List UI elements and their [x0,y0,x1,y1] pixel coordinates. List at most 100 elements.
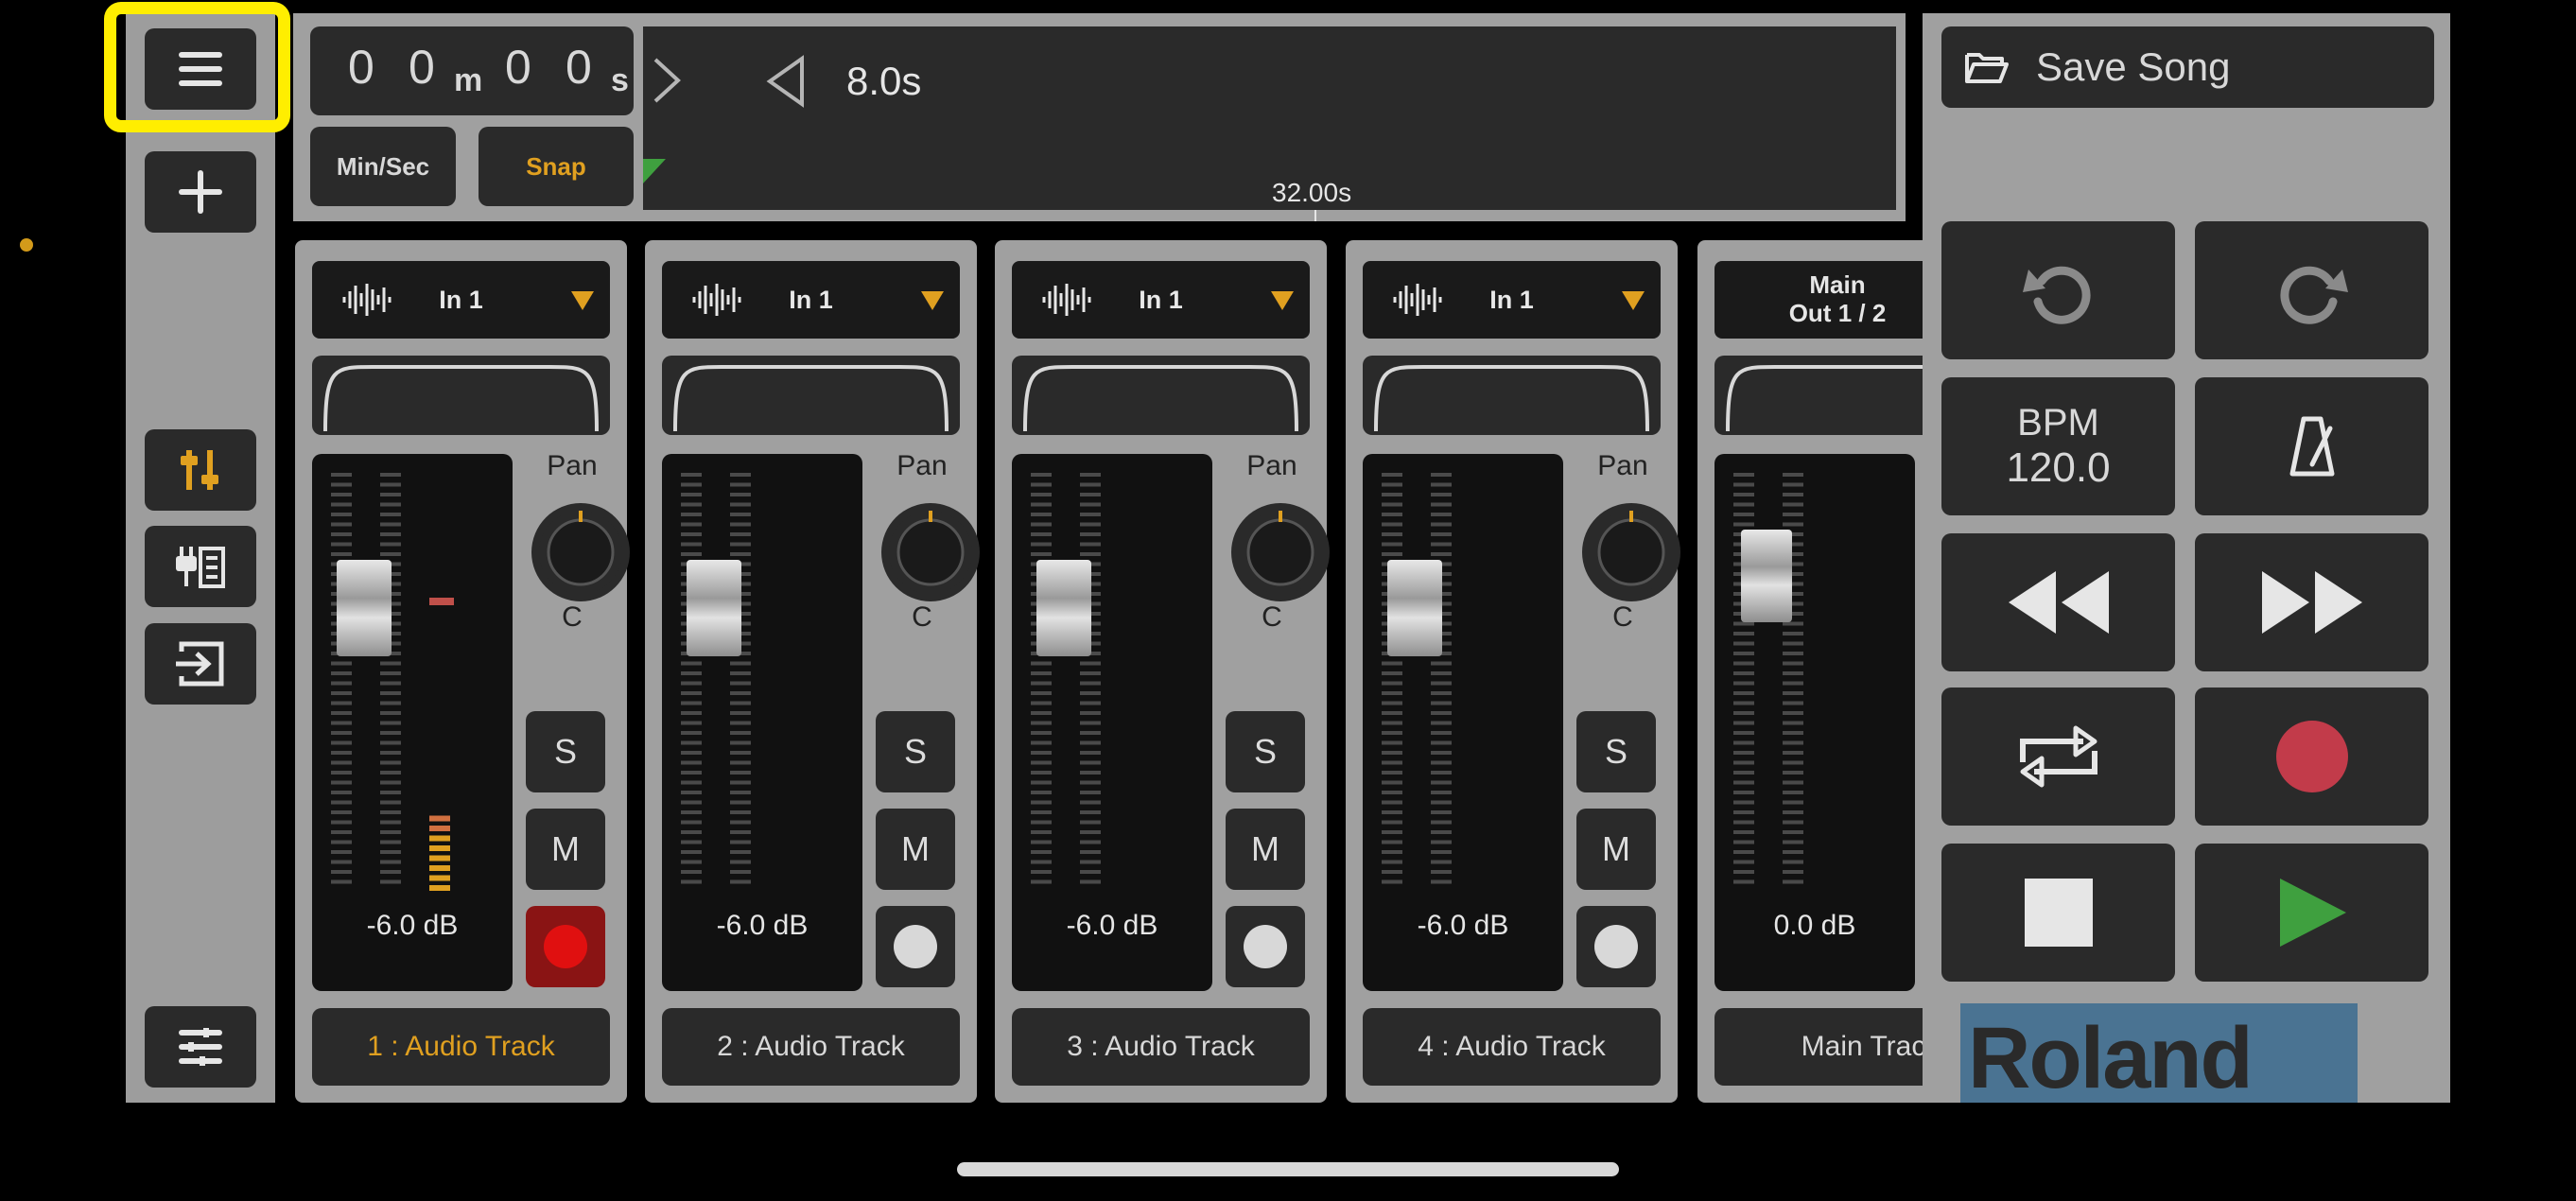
metronome-button[interactable] [2195,377,2428,515]
pan-knob[interactable] [531,503,630,601]
track-name-button[interactable]: 1 : Audio Track [312,1008,610,1086]
meter-tick [1783,840,1803,844]
save-song-button[interactable]: Save Song [1941,26,2434,108]
meter-tick [1733,701,1754,705]
meter-tick [1783,731,1803,735]
meter-tick [1783,771,1803,775]
meter-tick [1733,879,1754,884]
meter-tick [331,860,352,864]
meter-tick [1733,810,1754,814]
main-strip: Main Out 1 / 2 0.0 dB Main Trac [1697,240,1923,1103]
meter-tick [1080,780,1101,785]
meter-tick [331,830,352,834]
main-fader-handle[interactable] [1741,530,1792,622]
mute-button[interactable]: M [876,809,955,890]
eq-display[interactable] [312,356,610,435]
meter-fader[interactable]: -6.0 dB [1012,454,1212,991]
record-arm-button[interactable] [1226,906,1305,987]
eq-curve-icon [673,365,949,432]
input-selector[interactable]: In 1 [662,261,960,339]
meter-fader[interactable]: -6.0 dB [662,454,862,991]
track-name-button[interactable]: 3 : Audio Track [1012,1008,1310,1086]
meter-level-segment [429,826,450,831]
track-name-button[interactable]: 2 : Audio Track [662,1008,960,1086]
main-eq-display[interactable] [1714,356,1923,435]
meter-tick [1783,860,1803,864]
record-button[interactable] [2195,688,2428,826]
mixer-button[interactable] [145,429,256,511]
meter-tick [1382,691,1402,695]
solo-button[interactable]: S [1226,711,1305,792]
input-button[interactable] [145,623,256,705]
record-arm-button[interactable] [876,906,955,987]
min-sec-button[interactable]: Min/Sec [310,127,456,206]
meter-tick [1733,513,1754,516]
channel-strip: In 1 -6.0 dB Pan C S M [1346,240,1680,1103]
input-selector[interactable]: In 1 [312,261,610,339]
input-label: In 1 [1489,286,1534,314]
pan-knob[interactable] [881,503,980,601]
track-name-button[interactable]: 4 : Audio Track [1363,1008,1661,1086]
bpm-button[interactable]: BPM 120.0 [1941,377,2175,515]
meter-fader[interactable]: -6.0 dB [312,454,513,991]
play-marker-icon[interactable] [653,57,681,104]
fader-handle[interactable] [1036,560,1091,656]
timeline[interactable]: 8.0s 32.00s [643,26,1896,221]
meter-tick [681,522,702,527]
rewind-button[interactable] [1941,533,2175,671]
zoom-marker-icon[interactable] [764,55,808,108]
track-list-button[interactable] [145,1006,256,1088]
main-track-name[interactable]: Main Trac [1714,1008,1923,1086]
add-track-button[interactable] [145,151,256,233]
meter-tick [1733,780,1754,785]
effects-button[interactable] [145,526,256,607]
fast-forward-button[interactable] [2195,533,2428,671]
meter-tick [1431,850,1452,854]
fader-handle[interactable] [1387,560,1442,656]
stop-button[interactable] [1941,844,2175,982]
meter-level-segment [429,885,450,891]
track-list-icon [179,1028,222,1066]
meter-tick [380,731,401,735]
mute-button[interactable]: M [526,809,605,890]
meter-tick [1080,661,1101,666]
mute-button[interactable]: M [1576,809,1656,890]
undo-button[interactable] [1941,221,2175,359]
input-selector[interactable]: In 1 [1363,261,1661,339]
meter-tick [730,721,751,725]
redo-button[interactable] [2195,221,2428,359]
main-output-selector[interactable]: Main Out 1 / 2 [1714,261,1923,339]
solo-button[interactable]: S [526,711,605,792]
meter-tick [1382,820,1402,825]
eq-display[interactable] [662,356,960,435]
meter-tick [1431,473,1452,477]
meter-tick [380,721,401,725]
meter-tick [681,850,702,854]
play-button[interactable] [2195,844,2428,982]
loop-button[interactable] [1941,688,2175,826]
meter-tick [730,751,751,755]
meter-tick [1431,552,1452,556]
loop-start-marker-icon[interactable] [643,153,668,187]
meter-tick [1031,552,1052,556]
home-indicator[interactable] [957,1162,1619,1176]
eq-display[interactable] [1363,356,1661,435]
pan-knob[interactable] [1582,503,1680,601]
fader-handle[interactable] [687,560,741,656]
main-meter-fader[interactable]: 0.0 dB [1714,454,1915,991]
meter-tick [681,721,702,725]
pan-knob[interactable] [1231,503,1330,601]
meter-tick [1783,830,1803,834]
fader-handle[interactable] [337,560,392,656]
record-arm-button[interactable] [526,906,605,987]
solo-button[interactable]: S [876,711,955,792]
snap-button[interactable]: Snap [479,127,634,206]
mute-button[interactable]: M [1226,809,1305,890]
meter-fader[interactable]: -6.0 dB [1363,454,1563,991]
input-selector[interactable]: In 1 [1012,261,1310,339]
record-arm-button[interactable] [1576,906,1656,987]
solo-button[interactable]: S [1576,711,1656,792]
eq-display[interactable] [1012,356,1310,435]
timeline-tick [1314,210,1316,221]
meter-tick [1431,681,1452,686]
